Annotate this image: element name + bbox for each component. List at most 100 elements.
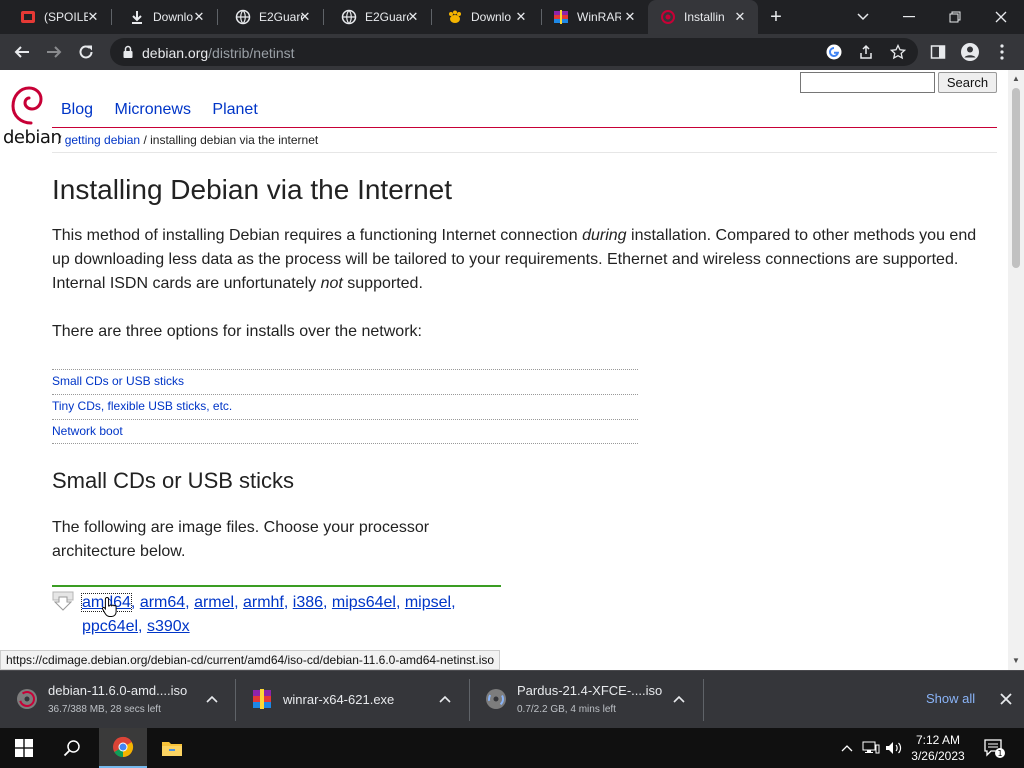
lock-icon [120,44,136,60]
reload-icon[interactable] [74,40,98,64]
chrome-taskbar-icon[interactable] [99,728,147,768]
url-text: debian.org/distrib/netinst [142,45,295,61]
breadcrumb-link-getting-debian[interactable]: getting debian [65,133,140,147]
download-item-pardus[interactable]: Pardus-21.4-XFCE-....iso 0.7/2.2 GB, 4 m… [469,671,703,729]
chevron-up-icon[interactable] [671,691,687,707]
download-filename: winrar-x64-621.exe [283,692,395,707]
download-shelf: debian-11.6.0-amd....iso 36.7/388 MB, 28… [0,670,1024,728]
profile-avatar-icon[interactable] [958,40,982,64]
site-search-input[interactable] [800,72,935,93]
intro-text-3: supported. [342,275,423,292]
close-icon[interactable]: ✕ [191,9,207,25]
new-tab-plus-icon[interactable]: + [764,5,788,29]
arch-link-i386[interactable]: i386 [293,594,323,611]
nav-link-blog[interactable]: Blog [61,101,93,118]
clock-time: 7:12 AM [915,733,961,747]
chevron-up-icon[interactable] [437,691,453,707]
side-panel-icon[interactable] [926,40,950,64]
download-favicon-icon [129,9,145,25]
system-clock[interactable]: 7:12 AM 3/26/2023 [906,732,970,764]
tab-4[interactable]: E2Guard ✕ [323,0,431,34]
download-filename: debian-11.6.0-amd....iso [48,683,188,698]
download-item-debian[interactable]: debian-11.6.0-amd....iso 36.7/388 MB, 28… [0,671,235,729]
scrollbar-thumb[interactable] [1012,88,1020,268]
tab-2[interactable]: Downlo ✕ [111,0,217,34]
network-icon[interactable] [862,740,880,756]
arch-link-mipsel[interactable]: mipsel [405,594,451,611]
toc-link-small-cds[interactable]: Small CDs or USB sticks [52,369,638,394]
forward-arrow-icon[interactable] [42,40,66,64]
tab-search-chevron-icon[interactable] [840,0,886,34]
tab-1[interactable]: (SPOILE ✕ [0,0,111,34]
page-viewport: Search debian Blog Micronews Planet / ge… [0,70,1024,670]
arch-link-mips64el[interactable]: mips64el [332,594,396,611]
tab-6[interactable]: WinRAR ✕ [541,0,648,34]
arch-link-armel[interactable]: armel [194,594,234,611]
scroll-up-arrow-icon[interactable]: ▲ [1008,72,1024,86]
page-title: Installing Debian via the Internet [52,174,453,205]
tab-strip: (SPOILE ✕ Downlo ✕ E2Guard ✕ E2Guard ✕ D… [0,0,1024,34]
breadcrumb-divider [52,152,997,153]
arch-link-armhf[interactable]: armhf [243,594,284,611]
download-filename: Pardus-21.4-XFCE-....iso [517,683,663,698]
chevron-up-icon[interactable] [204,691,220,707]
debian-swirl-icon [11,86,43,125]
tab-3[interactable]: E2Guard ✕ [217,0,323,34]
show-all-downloads-link[interactable]: Show all [926,691,975,706]
site-nav: Blog Micronews Planet [61,101,275,119]
intro-emphasis-not: not [320,275,343,292]
bookmark-star-icon[interactable] [888,42,908,62]
winrar-favicon-icon [553,9,569,25]
tab-7-active[interactable]: Installin ✕ [648,0,758,34]
notification-center-icon[interactable]: 1 [982,736,1006,760]
arch-link-arm64[interactable]: arm64 [140,594,185,611]
close-icon[interactable]: ✕ [732,9,748,25]
intro-emphasis-during: during [582,227,627,244]
window-close-icon[interactable] [978,0,1024,34]
download-item-winrar[interactable]: winrar-x64-621.exe [235,671,469,729]
kebab-menu-icon[interactable] [990,40,1014,64]
intro-text-1: This method of installing Debian require… [52,227,583,244]
scroll-down-arrow-icon[interactable]: ▼ [1008,654,1024,668]
nav-link-planet[interactable]: Planet [212,101,257,118]
tab-5[interactable]: Downlo ✕ [431,0,539,34]
winrar-icon [251,688,273,710]
close-icon[interactable]: ✕ [513,9,529,25]
paw-favicon-icon [447,9,463,25]
google-lens-icon[interactable] [824,42,844,62]
hand-cursor-icon [101,596,117,617]
share-icon[interactable] [856,42,876,62]
toc-link-tiny-cds[interactable]: Tiny CDs, flexible USB sticks, etc. [52,394,638,419]
arch-link-s390x[interactable]: s390x [147,618,190,635]
options-toc: Small CDs or USB sticks Tiny CDs, flexib… [52,369,638,444]
download-separator [703,679,704,721]
minimize-icon[interactable] [886,0,932,34]
restore-icon[interactable] [932,0,978,34]
address-bar[interactable]: debian.org/distrib/netinst [110,38,918,66]
tab-title: (SPOILE [44,10,88,24]
file-explorer-icon[interactable] [148,728,196,768]
close-download-shelf-icon[interactable] [996,689,1016,709]
close-icon[interactable]: ✕ [622,9,638,25]
tab-title: WinRAR [577,10,621,24]
close-icon[interactable]: ✕ [405,9,421,25]
back-arrow-icon[interactable] [10,40,34,64]
breadcrumb-separator: / [58,133,62,147]
architecture-download-box: amd64, arm64, armel, armhf, i386, mips64… [52,585,501,635]
page-scrollbar[interactable]: ▲ ▼ [1008,70,1024,670]
nav-link-micronews[interactable]: Micronews [114,101,190,118]
arch-link-ppc64el[interactable]: ppc64el [82,618,138,635]
download-status: 0.7/2.2 GB, 4 mins left [517,704,616,715]
breadcrumb: / getting debian / installing debian via… [58,133,318,147]
search-icon[interactable] [48,728,96,768]
volume-icon[interactable] [885,740,903,756]
toc-link-network-boot[interactable]: Network boot [52,419,638,444]
close-icon[interactable]: ✕ [85,9,101,25]
intro-paragraph: This method of installing Debian require… [52,224,982,296]
tab-title: E2Guard [365,10,409,24]
site-search-button[interactable]: Search [938,72,997,93]
tray-overflow-chevron-icon[interactable] [838,740,856,756]
debian-logo[interactable]: debian [3,85,62,149]
close-icon[interactable]: ✕ [297,9,313,25]
windows-start-icon[interactable] [0,728,48,768]
